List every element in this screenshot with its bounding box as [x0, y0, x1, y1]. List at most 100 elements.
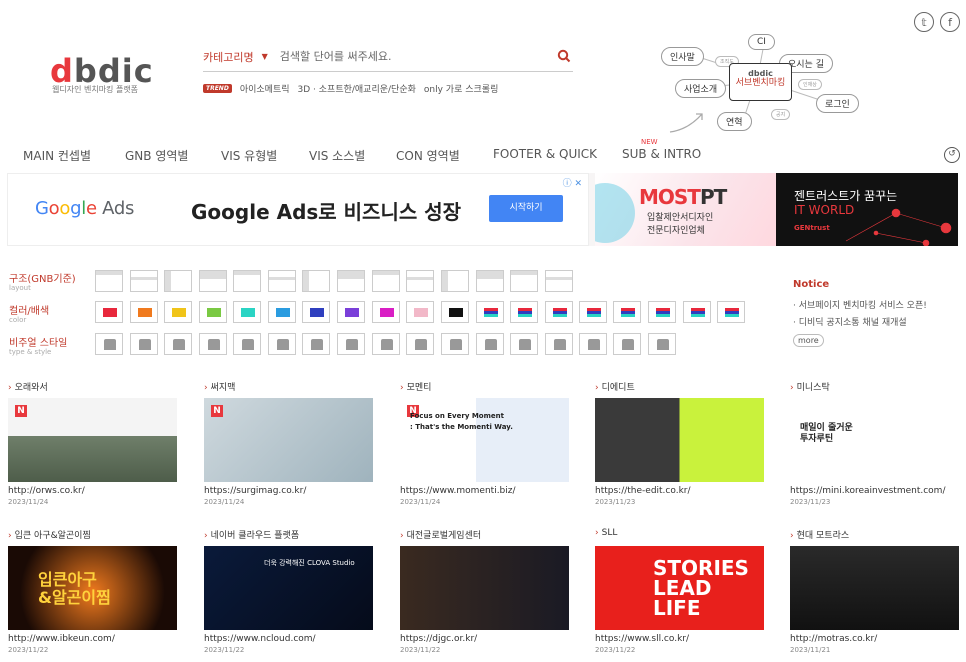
card-url[interactable]: http://www.ibkeun.com/	[8, 634, 115, 644]
color-swatch[interactable]	[545, 301, 573, 323]
google-ad[interactable]: Google Ads Google Ads로 비즈니스 성장 시작하기 ⓘ ✕	[7, 173, 589, 246]
color-swatch[interactable]	[648, 301, 676, 323]
search-input[interactable]	[279, 50, 557, 63]
nav-gnb[interactable]: GNB 영역별	[125, 147, 188, 164]
style-swatch[interactable]	[406, 333, 434, 355]
layout-swatch[interactable]	[95, 270, 123, 292]
color-swatch[interactable]	[372, 301, 400, 323]
layout-swatch[interactable]	[130, 270, 158, 292]
card-thumbnail[interactable]: 매일이 줄거운 투자루틴	[790, 398, 959, 482]
style-swatch[interactable]	[372, 333, 400, 355]
color-swatch[interactable]	[233, 301, 261, 323]
layout-swatch[interactable]	[476, 270, 504, 292]
card-title[interactable]: › 써지맥	[204, 380, 235, 393]
layout-swatch[interactable]	[441, 270, 469, 292]
layout-swatch[interactable]	[337, 270, 365, 292]
trend-item[interactable]: 3D · 소프트한/애교리운/단순화	[298, 82, 416, 95]
style-swatch[interactable]	[613, 333, 641, 355]
nav-vis-type[interactable]: VIS 유형별	[221, 147, 277, 164]
style-swatch[interactable]	[268, 333, 296, 355]
card-thumbnail[interactable]: STORIES LEAD LIFE	[595, 546, 764, 630]
chevron-down-icon[interactable]: ▼	[262, 52, 268, 61]
layout-swatch[interactable]	[164, 270, 192, 292]
style-swatch[interactable]	[337, 333, 365, 355]
card-url[interactable]: https://surgimag.co.kr/	[204, 486, 306, 496]
nav-con[interactable]: CON 영역별	[396, 147, 460, 164]
card-thumbnail[interactable]: N	[8, 398, 177, 482]
bubble-business[interactable]: 사업소개	[675, 79, 727, 98]
style-swatch[interactable]	[302, 333, 330, 355]
style-swatch[interactable]	[476, 333, 504, 355]
style-swatch[interactable]	[233, 333, 261, 355]
color-swatch[interactable]	[476, 301, 504, 323]
layout-swatch[interactable]	[302, 270, 330, 292]
color-swatch[interactable]	[717, 301, 745, 323]
facebook-icon[interactable]: f	[940, 12, 960, 32]
color-swatch[interactable]	[579, 301, 607, 323]
layout-swatch[interactable]	[406, 270, 434, 292]
card-title[interactable]: › 현대 모트라스	[790, 528, 849, 541]
category-select[interactable]: 카테고리명	[203, 49, 254, 65]
card-title[interactable]: › SLL	[595, 528, 617, 538]
bubble-center[interactable]: dbdic 서브벤치마킹	[729, 63, 792, 101]
card-url[interactable]: https://the-edit.co.kr/	[595, 486, 691, 496]
card-url[interactable]: https://mini.koreainvestment.com/	[790, 486, 945, 496]
ad-choices-icon[interactable]: ⓘ ✕	[563, 176, 582, 189]
color-swatch[interactable]	[130, 301, 158, 323]
color-swatch[interactable]	[510, 301, 538, 323]
search-icon[interactable]	[557, 49, 573, 65]
notice-item[interactable]: · 서브페이지 벤치마킹 서비스 오픈!	[793, 298, 927, 311]
card-thumbnail[interactable]	[595, 398, 764, 482]
nav-footer[interactable]: FOOTER & QUICK	[493, 147, 597, 161]
style-swatch[interactable]	[545, 333, 573, 355]
bubble-greeting[interactable]: 인사말	[661, 47, 704, 66]
layout-swatch[interactable]	[510, 270, 538, 292]
card-url[interactable]: https://www.ncloud.com/	[204, 634, 316, 644]
notice-more-button[interactable]: more	[793, 334, 824, 347]
bubble-history[interactable]: 연혁	[717, 112, 752, 131]
card-title[interactable]: › 입큰 아구&알곤이찜	[8, 528, 91, 541]
style-swatch[interactable]	[130, 333, 158, 355]
bubble-login[interactable]: 로그인	[816, 94, 859, 113]
card-title[interactable]: › 네이버 클라우드 플랫폼	[204, 528, 299, 541]
gentrust-ad[interactable]: 젠트러스트가 꿈꾸는 IT WORLD GENtrust	[776, 173, 958, 246]
color-swatch[interactable]	[441, 301, 469, 323]
layout-swatch[interactable]	[372, 270, 400, 292]
bubble-ci[interactable]: CI	[748, 34, 775, 50]
bubble-notice[interactable]: 공지	[771, 109, 791, 120]
card-url[interactable]: https://www.sll.co.kr/	[595, 634, 689, 644]
bubble-talent[interactable]: 인재상	[798, 79, 822, 90]
mostpt-ad[interactable]: MOSTPT 입찰제안서디자인 전문디자인업체	[595, 173, 776, 246]
card-thumbnail[interactable]: N	[204, 398, 373, 482]
nav-main[interactable]: MAIN 컨셉별	[23, 147, 91, 164]
card-thumbnail[interactable]	[790, 546, 959, 630]
card-title[interactable]: › 미니스탁	[790, 380, 830, 393]
card-url[interactable]: http://motras.co.kr/	[790, 634, 877, 644]
color-swatch[interactable]	[95, 301, 123, 323]
color-swatch[interactable]	[337, 301, 365, 323]
style-swatch[interactable]	[579, 333, 607, 355]
style-swatch[interactable]	[95, 333, 123, 355]
style-swatch[interactable]	[510, 333, 538, 355]
card-url[interactable]: https://djgc.or.kr/	[400, 634, 477, 644]
color-swatch[interactable]	[268, 301, 296, 323]
card-thumbnail[interactable]	[400, 546, 569, 630]
layout-swatch[interactable]	[545, 270, 573, 292]
style-swatch[interactable]	[164, 333, 192, 355]
card-title[interactable]: › 모멘티	[400, 380, 431, 393]
card-thumbnail[interactable]: N Focus on Every Moment: That's the Momen…	[400, 398, 569, 482]
layout-swatch[interactable]	[233, 270, 261, 292]
trend-item[interactable]: 아이소메트릭	[240, 82, 290, 95]
layout-swatch[interactable]	[199, 270, 227, 292]
card-thumbnail[interactable]: 입큰아구 &알곤이찜	[8, 546, 177, 630]
twitter-icon[interactable]: 𝕥	[914, 12, 934, 32]
color-swatch[interactable]	[164, 301, 192, 323]
trend-item[interactable]: only 가로 스크롤링	[424, 82, 498, 95]
nav-sub-intro[interactable]: NEW SUB & INTRO	[622, 138, 701, 161]
color-swatch[interactable]	[199, 301, 227, 323]
history-icon[interactable]: ↺	[944, 147, 960, 163]
card-title[interactable]: › 디에디트	[595, 380, 635, 393]
layout-swatch[interactable]	[268, 270, 296, 292]
notice-item[interactable]: · 디비딕 공지소통 채널 재개설	[793, 315, 907, 328]
color-swatch[interactable]	[683, 301, 711, 323]
